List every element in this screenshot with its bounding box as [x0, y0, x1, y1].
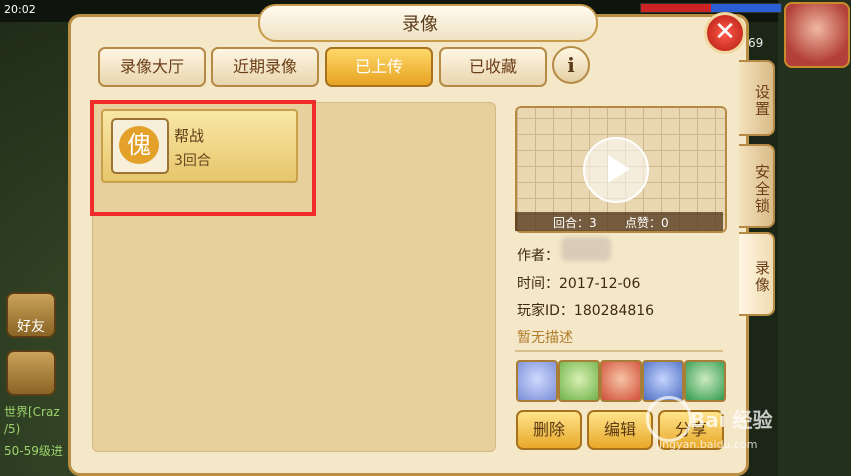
friends-button[interactable]: 好友 [6, 292, 56, 338]
divider [515, 350, 723, 352]
selection-highlight [90, 100, 316, 216]
tab-recent-recordings[interactable]: 近期录像 [211, 47, 319, 87]
time-label: 时间：2017-12-06 [517, 276, 641, 292]
player-id-label: 玩家ID：180284816 [517, 303, 655, 319]
player-level: 69 [748, 36, 764, 50]
player-portrait[interactable] [784, 2, 850, 68]
avatar-1[interactable] [516, 360, 558, 402]
author-name-redacted [561, 237, 611, 261]
side-tab-settings[interactable]: 设置 [739, 60, 775, 136]
stat-rounds: 回合：3 [553, 216, 597, 230]
watermark-text: Bai 经验 [690, 408, 773, 432]
side-tab-security-lock-label: 安全锁 [753, 163, 771, 215]
close-icon[interactable]: ✕ [704, 12, 746, 54]
baidu-watermark: Bai 经验 jingyan.baidu.com [640, 390, 780, 460]
chat-line-1: 世界[Craz [4, 405, 60, 419]
info-icon[interactable]: i [552, 46, 590, 84]
chat-line-2: /5) [4, 422, 21, 436]
panel-title: 录像 [402, 14, 438, 35]
play-icon[interactable] [583, 137, 649, 203]
friends-label: 好友 [17, 319, 45, 335]
baidu-paw-icon [646, 396, 692, 442]
stat-likes: 点赞：0 [625, 216, 669, 230]
tab-favorited[interactable]: 已收藏 [439, 47, 547, 87]
hp-mp-bar [640, 3, 782, 13]
avatar-3[interactable] [600, 360, 642, 402]
left-hud: 好友 世界[Craz /5) 50-59级进 [0, 20, 72, 476]
side-tab-recording-label: 录像 [753, 260, 771, 294]
right-hud [778, 0, 851, 476]
side-tab-recording[interactable]: 录像 [739, 232, 775, 316]
chat-icon[interactable] [6, 350, 56, 396]
play-triangle [608, 155, 630, 183]
tab-uploaded[interactable]: 已上传 [325, 47, 433, 87]
delete-button[interactable]: 删除 [516, 410, 582, 450]
preview-stats: 回合：3 点赞：0 [515, 212, 723, 231]
side-tab-security-lock[interactable]: 安全锁 [739, 144, 775, 228]
watermark-url: jingyan.baidu.com [656, 438, 758, 451]
description: 暂无描述 [517, 330, 573, 346]
avatar-2[interactable] [558, 360, 600, 402]
author-label: 作者： [517, 248, 559, 264]
tab-recording-hall[interactable]: 录像大厅 [98, 47, 206, 87]
chat-line-3: 50-59级进 [4, 444, 63, 458]
side-tab-settings-label: 设置 [753, 84, 771, 118]
clock: 20:02 [4, 3, 36, 16]
